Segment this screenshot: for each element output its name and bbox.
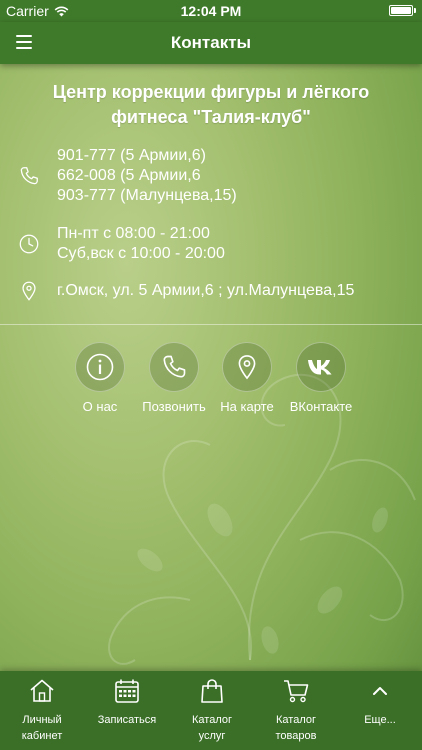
phone-number[interactable]: 903-777 (Малунцева,15) xyxy=(57,186,237,206)
tab-label: Личный кабинет xyxy=(21,714,63,742)
tab-goods-catalog[interactable]: Каталог товаров xyxy=(254,671,338,750)
navigation-bar: Контакты xyxy=(0,22,422,64)
page-title: Контакты xyxy=(170,33,252,52)
tab-personal-account[interactable]: Личный кабинет xyxy=(0,671,84,750)
location-pin-icon xyxy=(22,281,36,301)
status-time: 12:04 PM xyxy=(180,3,242,19)
action-circle xyxy=(222,342,272,392)
section-divider xyxy=(0,324,422,325)
tab-label: Каталог услуг xyxy=(192,714,232,742)
calendar-icon xyxy=(115,679,139,703)
battery-icon xyxy=(389,5,413,16)
status-bar: Carrier 12:04 PM xyxy=(0,0,422,22)
hours-line: Пн-пт с 08:00 - 21:00 xyxy=(57,225,210,242)
phone-number[interactable]: 662-008 (5 Армии,6 xyxy=(57,166,237,186)
tab-label: Еще... xyxy=(364,714,396,726)
action-circle xyxy=(296,342,346,392)
address-text: г.Омск, ул. 5 Армии,6 ; ул.Малунцева,15 xyxy=(57,282,355,299)
phones-row[interactable]: 901-777 (5 Армии,6) 662-008 (5 Армии,6 9… xyxy=(0,146,422,210)
address-row[interactable]: г.Омск, ул. 5 Армии,6 ; ул.Малунцева,15 xyxy=(0,280,422,302)
map-pin-icon xyxy=(238,355,256,380)
tab-bar: Личный кабинет Записаться Каталог услуг … xyxy=(0,671,422,750)
action-label: ВКонтакте xyxy=(289,399,353,414)
shopping-cart-icon xyxy=(284,680,309,703)
info-icon xyxy=(86,353,114,381)
shopping-bag-icon xyxy=(201,679,223,703)
organization-name: Центр коррекции фигуры и лёгкого фитнеса… xyxy=(52,82,370,127)
tab-sign-up[interactable]: Записаться xyxy=(84,671,170,750)
tab-more[interactable]: Еще... xyxy=(338,671,422,750)
tab-label: Записаться xyxy=(97,714,157,726)
chevron-up-icon xyxy=(373,687,387,695)
phone-icon xyxy=(163,355,186,378)
phone-icon xyxy=(20,167,38,185)
hours-row: Пн-пт с 08:00 - 21:00 Суб,вск с 10:00 - … xyxy=(0,224,422,266)
status-right xyxy=(389,5,416,16)
hours-line: Суб,вск с 10:00 - 20:00 xyxy=(57,245,225,262)
action-circle xyxy=(149,342,199,392)
clock-icon xyxy=(19,234,39,254)
phones-list: 901-777 (5 Армии,6) 662-008 (5 Армии,6 9… xyxy=(57,146,237,206)
vk-button[interactable]: ВКонтакте xyxy=(276,342,366,414)
hours-list: Пн-пт с 08:00 - 21:00 Суб,вск с 10:00 - … xyxy=(57,224,225,264)
battery-fill xyxy=(391,7,411,14)
action-circle xyxy=(75,342,125,392)
phone-number[interactable]: 901-777 (5 Армии,6) xyxy=(57,146,237,166)
tab-label: Каталог товаров xyxy=(275,714,317,742)
battery-tip xyxy=(414,8,416,13)
vk-icon xyxy=(308,360,332,375)
home-icon xyxy=(30,679,54,702)
tab-services-catalog[interactable]: Каталог услуг xyxy=(170,671,254,750)
